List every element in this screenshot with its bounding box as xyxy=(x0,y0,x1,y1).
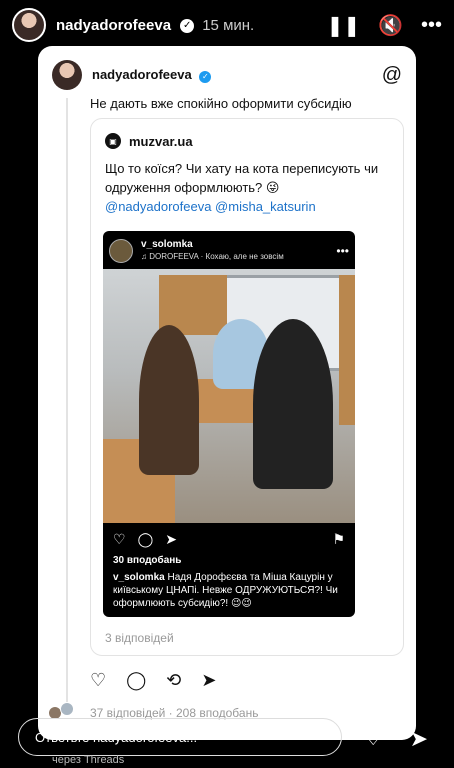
reply-bar[interactable] xyxy=(18,718,342,756)
verified-icon: ✓ xyxy=(199,70,212,83)
post-header: nadyadorofeeva ✓ @ xyxy=(52,60,402,90)
quoted-text: Що то коїся? Чи хату на кота переписують… xyxy=(105,161,379,195)
quoted-mentions[interactable]: @nadyadorofeeva @misha_katsurin xyxy=(105,199,316,214)
post-username[interactable]: nadyadorofeeva ✓ xyxy=(92,67,212,83)
story-controls: ❚❚ 🔇 ••• xyxy=(327,13,442,38)
ig-caption: v_solomka Надя Дорофєєва та Міша Кацурін… xyxy=(113,571,347,610)
heart-icon[interactable]: ♡ xyxy=(113,531,126,548)
story-header: nadyadorofeeva ✓ 15 мин. ❚❚ 🔇 ••• xyxy=(12,8,442,42)
shelf xyxy=(339,275,355,425)
thread-line xyxy=(66,98,68,710)
share-icon[interactable]: ➤ xyxy=(165,531,177,548)
comment-icon[interactable]: ◯ xyxy=(126,670,146,691)
post-username-text: nadyadorofeeva xyxy=(92,67,192,83)
ig-username[interactable]: v_solomka xyxy=(141,239,284,251)
post-actions: ♡ ◯ ⟲ ➤ xyxy=(90,670,216,691)
story-timestamp: 15 мин. xyxy=(202,16,255,34)
more-icon[interactable]: ••• xyxy=(336,244,349,258)
mute-icon[interactable]: 🔇 xyxy=(378,13,403,38)
ig-meta: v_solomka ♫ DOROFEEVA · Кохаю, але не зо… xyxy=(141,239,284,263)
verified-icon: ✓ xyxy=(180,18,195,33)
quoted-replies[interactable]: 3 відповідей xyxy=(105,631,174,645)
comment-icon[interactable]: ◯ xyxy=(138,531,154,548)
ig-avatar[interactable] xyxy=(109,239,133,263)
ig-music[interactable]: ♫ DOROFEEVA · Кохаю, але не зовсім xyxy=(141,251,284,263)
via-threads: через Threads xyxy=(52,754,125,766)
post-avatar[interactable] xyxy=(52,60,82,90)
repost-icon[interactable]: ⟲ xyxy=(166,670,181,691)
ig-caption-user[interactable]: v_solomka xyxy=(113,572,165,583)
source-logo-icon: ▣ xyxy=(105,133,121,149)
send-icon[interactable]: ➤ xyxy=(410,726,428,752)
quoted-source[interactable]: muzvar.ua xyxy=(129,134,193,149)
more-icon[interactable]: ••• xyxy=(421,14,442,37)
send-icon[interactable]: ➤ xyxy=(201,670,216,691)
username-text: nadyadorofeeva xyxy=(56,16,172,34)
avatar xyxy=(60,702,74,716)
ig-likes[interactable]: 30 вподобань xyxy=(113,555,181,566)
person xyxy=(139,325,199,475)
post-text: Не дають вже спокійно оформити субсидію xyxy=(90,96,352,111)
ig-actions: ♡ ◯ ➤ ⚑ xyxy=(113,531,345,548)
person xyxy=(253,319,333,489)
instagram-embed[interactable]: v_solomka ♫ DOROFEEVA · Кохаю, але не зо… xyxy=(103,231,355,617)
avatar[interactable] xyxy=(12,8,46,42)
bookmark-icon[interactable]: ⚑ xyxy=(332,531,345,548)
story-username[interactable]: nadyadorofeeva ✓ xyxy=(56,16,195,34)
ig-header: v_solomka ♫ DOROFEEVA · Кохаю, але не зо… xyxy=(109,237,349,265)
quoted-header: ▣ muzvar.ua xyxy=(105,133,193,149)
pause-icon[interactable]: ❚❚ xyxy=(327,13,361,38)
heart-icon[interactable]: ♡ xyxy=(90,670,106,691)
ig-photo xyxy=(103,269,355,523)
threads-logo-icon: @ xyxy=(381,63,402,86)
threads-post-card[interactable]: nadyadorofeeva ✓ @ Не дають вже спокійно… xyxy=(38,46,416,740)
quoted-post[interactable]: ▣ muzvar.ua Що то коїся? Чи хату на кота… xyxy=(90,118,404,656)
reply-input[interactable] xyxy=(35,729,341,745)
heart-icon[interactable]: ♡ xyxy=(362,723,384,752)
